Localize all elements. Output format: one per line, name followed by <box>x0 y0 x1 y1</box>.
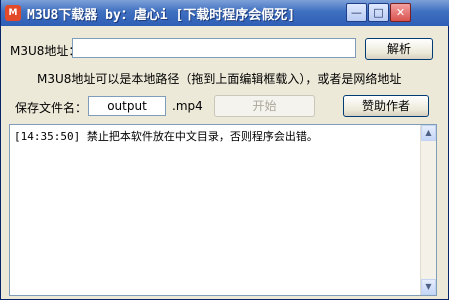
close-icon[interactable]: ✕ <box>390 3 411 22</box>
window-title: M3U8下载器 by：虐心i [下载时程序会假死] <box>27 8 296 23</box>
main-window: M M3U8下载器 by：虐心i [下载时程序会假死] — □ ✕ M3U8地址… <box>0 0 449 300</box>
filename-input[interactable] <box>88 96 166 116</box>
sponsor-button[interactable]: 赞助作者 <box>343 95 429 117</box>
log-scrollbar[interactable]: ▲ ▼ <box>420 125 436 295</box>
url-input[interactable] <box>72 38 356 58</box>
extension-label: .mp4 <box>172 99 203 113</box>
url-label: M3U8地址： <box>10 44 81 58</box>
filename-label: 保存文件名： <box>15 101 88 115</box>
log-line: [14:35:50] 禁止把本软件放在中文目录，否则程序会出错。 <box>14 130 318 143</box>
scroll-down-icon[interactable]: ▼ <box>421 279 436 295</box>
title-bar[interactable]: M M3U8下载器 by：虐心i [下载时程序会假死] — □ ✕ <box>1 0 449 26</box>
hint-text: M3U8地址可以是本地路径（拖到上面编辑框载入），或者是网络地址 <box>37 72 402 86</box>
minimize-icon[interactable]: — <box>346 3 367 22</box>
start-button[interactable]: 开始 <box>214 95 315 117</box>
maximize-icon[interactable]: □ <box>368 3 389 22</box>
parse-button[interactable]: 解析 <box>365 38 433 60</box>
app-icon: M <box>5 5 21 21</box>
scroll-up-icon[interactable]: ▲ <box>421 125 436 141</box>
log-textarea[interactable]: [14:35:50] 禁止把本软件放在中文目录，否则程序会出错。 ▲ ▼ <box>9 124 437 296</box>
